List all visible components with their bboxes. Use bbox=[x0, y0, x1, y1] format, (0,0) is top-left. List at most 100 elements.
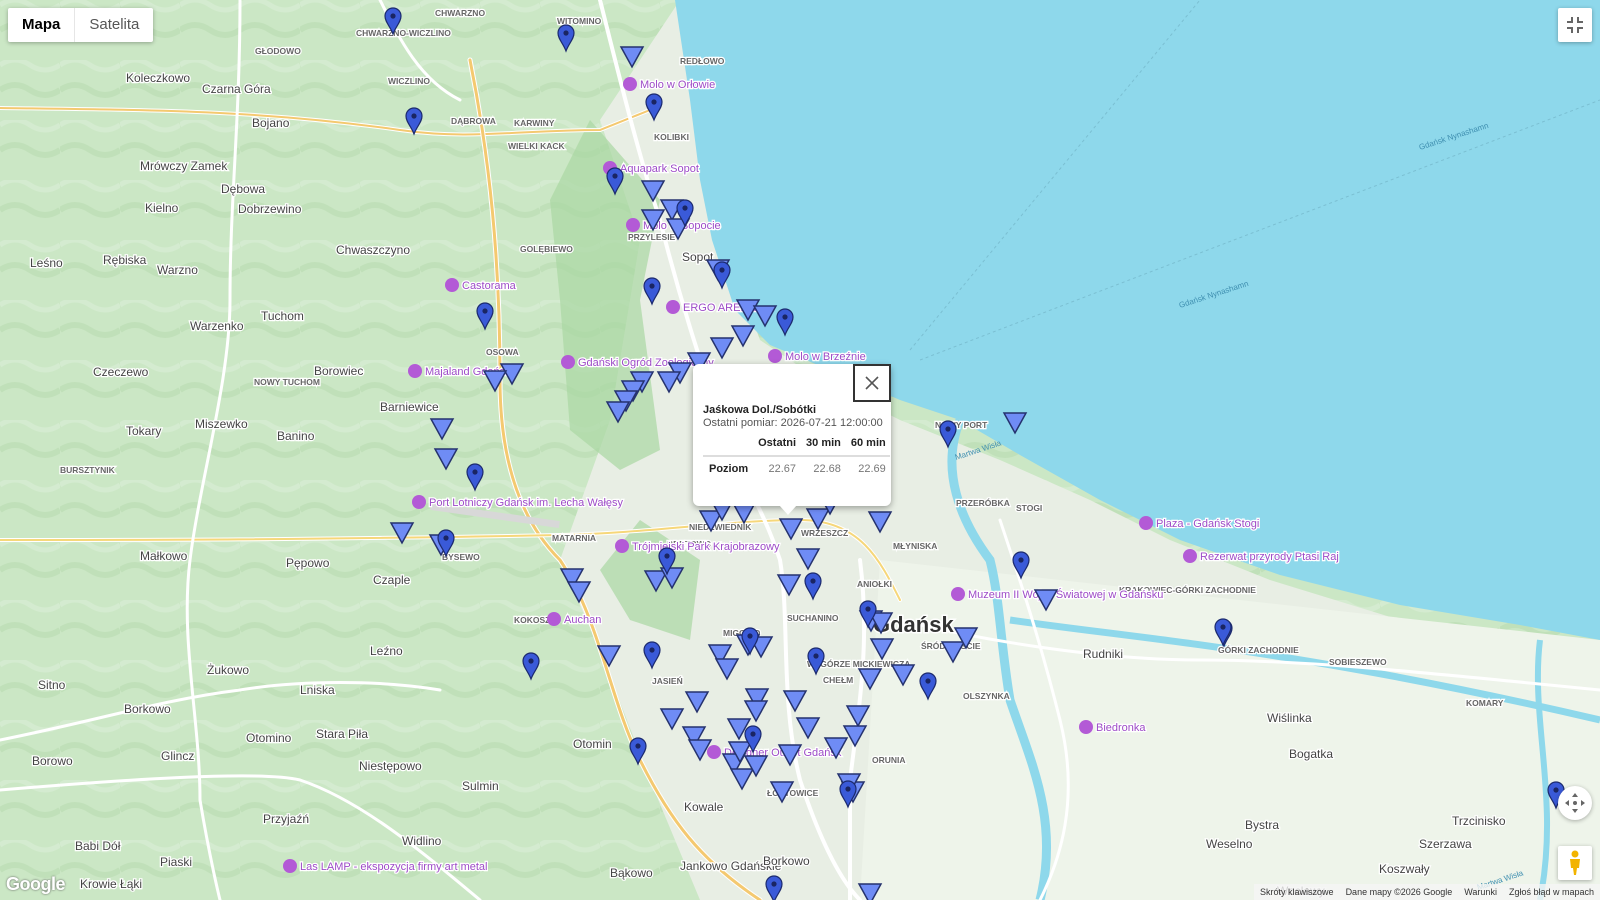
popup-title: Jaśkowa Dol./Sobótki bbox=[703, 404, 817, 416]
district-label: MŁYNISKA bbox=[893, 541, 937, 551]
town-label: Czeczewo bbox=[93, 365, 149, 379]
town-label: Koleczkowo bbox=[126, 71, 190, 85]
camera-control-button[interactable] bbox=[1558, 786, 1592, 820]
pegman-icon bbox=[1570, 850, 1580, 875]
poi-label: Auchan bbox=[564, 614, 601, 626]
district-label: OLSZYNKA bbox=[963, 691, 1010, 701]
map-footer: Skróty klawiszowe Dane mapy ©2026 Google… bbox=[1254, 884, 1600, 900]
town-label: Sulmin bbox=[462, 779, 499, 793]
popup-table: Ostatni 30 min 60 min Poziom 22.67 22.68… bbox=[703, 434, 890, 479]
map-type-satellite-button[interactable]: Satelita bbox=[75, 8, 153, 42]
town-label: Leźno bbox=[370, 644, 403, 658]
poi-icon[interactable] bbox=[623, 77, 637, 91]
town-label: Krowie Łąki bbox=[80, 877, 142, 891]
town-label: Borowiec bbox=[314, 364, 363, 378]
town-label: Czaple bbox=[373, 573, 411, 587]
town-label: Borkowo bbox=[763, 854, 810, 868]
district-label: PRZYLESIE bbox=[628, 232, 676, 242]
poi-icon[interactable] bbox=[666, 300, 680, 314]
popup-value: 22.68 bbox=[800, 455, 845, 479]
district-label: BURSZTYNIK bbox=[60, 465, 116, 475]
close-icon bbox=[865, 376, 879, 390]
district-label: WITOMINO bbox=[557, 16, 602, 26]
poi-label: Muzeum II Wojny Światowej w Gdańsku bbox=[968, 588, 1163, 601]
poi-icon[interactable] bbox=[626, 218, 640, 232]
district-label: KOMARY bbox=[1466, 698, 1504, 708]
town-label: Kowale bbox=[684, 800, 724, 814]
poi-icon[interactable] bbox=[283, 859, 297, 873]
town-label: Banino bbox=[277, 429, 315, 443]
terms-link[interactable]: Warunki bbox=[1464, 887, 1497, 897]
town-label: Rudniki bbox=[1083, 647, 1123, 661]
district-label: WIELKI KACK bbox=[508, 141, 566, 151]
town-label: Otomin bbox=[573, 737, 612, 751]
poi-icon[interactable] bbox=[615, 539, 629, 553]
poi-label: Trójmiejski Park Krajobrazowy bbox=[632, 541, 780, 553]
fullscreen-exit-icon bbox=[1567, 17, 1583, 33]
town-label: Leśno bbox=[30, 256, 63, 270]
town-label: Stara Piła bbox=[316, 727, 368, 741]
poi-label: Molo w Orłowie bbox=[640, 79, 715, 91]
town-label: Rębiska bbox=[103, 253, 147, 267]
town-label: Widlino bbox=[402, 834, 442, 848]
poi-icon[interactable] bbox=[768, 349, 782, 363]
poi-icon[interactable] bbox=[1183, 549, 1197, 563]
town-label: Bąkowo bbox=[610, 866, 653, 880]
district-label: ORUNIA bbox=[872, 755, 906, 765]
town-label: Trzcinisko bbox=[1452, 814, 1506, 828]
district-label: KOLIBKI bbox=[654, 132, 689, 142]
poi-icon[interactable] bbox=[561, 355, 575, 369]
google-logo[interactable]: Google bbox=[6, 874, 66, 895]
keyboard-shortcuts-link[interactable]: Skróty klawiszowe bbox=[1260, 887, 1334, 897]
poi-icon[interactable] bbox=[1139, 516, 1153, 530]
district-label: GÓRKI ZACHODNIE bbox=[1218, 644, 1299, 655]
popup-col-header bbox=[703, 434, 752, 456]
town-label: Kielno bbox=[145, 201, 179, 215]
town-label: Pępowo bbox=[286, 556, 330, 570]
district-label: GOLĘBIEWO bbox=[520, 244, 573, 254]
poi-icon[interactable] bbox=[412, 495, 426, 509]
district-label: STOGI bbox=[1016, 503, 1042, 513]
map-type-map-button[interactable]: Mapa bbox=[8, 8, 76, 42]
town-label: Warzno bbox=[157, 263, 198, 277]
district-label: SOBIESZEWO bbox=[1329, 657, 1387, 667]
poi-label: Plaza - Gdańsk Stogi bbox=[1156, 518, 1259, 530]
report-error-link[interactable]: Zgłoś błąd w mapach bbox=[1509, 887, 1594, 897]
popup-value: 22.67 bbox=[752, 455, 801, 479]
town-label: Małkowo bbox=[140, 549, 188, 563]
poi-label: Biedronka bbox=[1096, 722, 1146, 734]
district-label: NOWY TUCHOM bbox=[254, 377, 320, 387]
poi-icon[interactable] bbox=[1079, 720, 1093, 734]
district-label: WRZESZCZ bbox=[801, 528, 848, 538]
poi-icon[interactable] bbox=[445, 278, 459, 292]
poi-label: Port Lotniczy Gdańsk im. Lecha Wałęsy bbox=[429, 497, 624, 509]
district-label: KARWINY bbox=[514, 118, 555, 128]
poi-label: Castorama bbox=[462, 280, 517, 292]
fullscreen-exit-button[interactable] bbox=[1558, 8, 1592, 42]
info-popup: Jaśkowa Dol./Sobótki Ostatni pomiar: 202… bbox=[693, 364, 891, 515]
poi-label: Aquapark Sopot bbox=[620, 163, 699, 175]
town-label: Borowo bbox=[32, 754, 73, 768]
popup-close-button[interactable] bbox=[853, 364, 891, 402]
district-label: JASIEŃ bbox=[652, 676, 683, 686]
town-label: Czarna Góra bbox=[202, 82, 271, 96]
street-view-pegman-button[interactable] bbox=[1558, 846, 1592, 880]
poi-icon[interactable] bbox=[707, 745, 721, 759]
town-label: Babi Dół bbox=[75, 839, 121, 853]
poi-icon[interactable] bbox=[951, 587, 965, 601]
town-label: Bystra bbox=[1245, 818, 1279, 832]
district-label: NIEDŹWIEDNIK bbox=[689, 522, 752, 532]
town-label: Mrówczy Zamek bbox=[140, 159, 228, 173]
town-label: Glincz bbox=[161, 749, 194, 763]
map-type-control: Mapa Satelita bbox=[8, 8, 154, 42]
popup-col-header: 60 min bbox=[850, 437, 886, 449]
poi-icon[interactable] bbox=[408, 364, 422, 378]
district-label: SUCHANINO bbox=[787, 613, 839, 623]
map-data-attribution: Dane mapy ©2026 Google bbox=[1345, 887, 1453, 897]
district-label: ANIOŁKI bbox=[857, 579, 892, 589]
town-label: Bojano bbox=[252, 116, 290, 130]
popup-col-header: Ostatni bbox=[758, 437, 797, 449]
town-label: Wiślinka bbox=[1267, 711, 1312, 725]
town-label: Miszewko bbox=[195, 417, 248, 431]
poi-icon[interactable] bbox=[547, 612, 561, 626]
